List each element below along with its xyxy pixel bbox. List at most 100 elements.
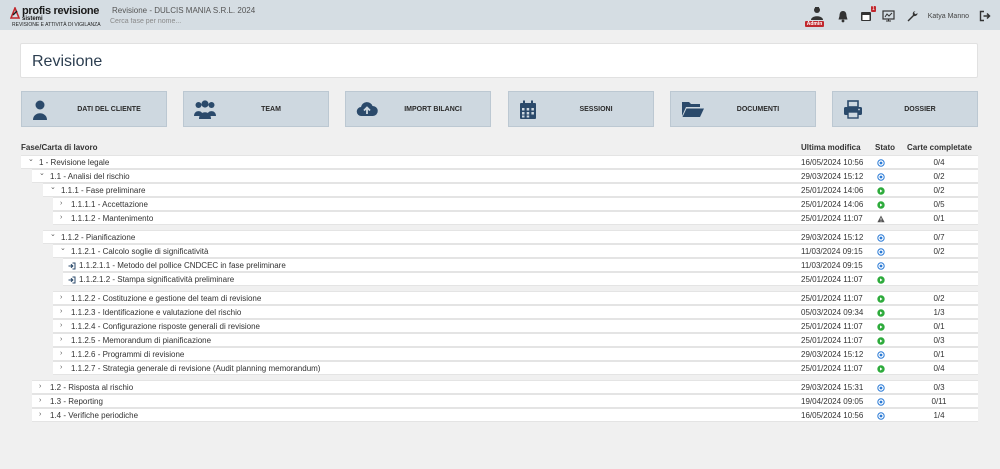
row-date: 29/03/2024 15:12 bbox=[801, 233, 864, 242]
row-date: 29/03/2024 15:12 bbox=[801, 172, 864, 181]
pending-status-icon bbox=[877, 398, 885, 406]
pending-status-icon bbox=[877, 384, 885, 392]
notifications-button[interactable] bbox=[836, 9, 850, 23]
row-date: 29/03/2024 15:12 bbox=[801, 350, 864, 359]
dati-cliente-label: DATI DEL CLIENTE bbox=[77, 106, 141, 113]
messages-button[interactable]: 1 bbox=[859, 6, 876, 23]
row-date: 25/01/2024 11:07 bbox=[801, 364, 863, 373]
logo-mark-icon bbox=[10, 7, 20, 19]
page-title: Revisione bbox=[32, 53, 103, 70]
row-date: 11/03/2024 09:15 bbox=[801, 261, 863, 270]
header-phase: Fase/Carta di lavoro bbox=[21, 143, 98, 152]
chevron-down-icon[interactable]: ⌄ bbox=[28, 155, 34, 163]
row-label: 1.1.2.2 - Costituzione e gestione del te… bbox=[71, 294, 262, 303]
row-label: 1.1.2.4 - Configurazione risposte genera… bbox=[71, 322, 260, 331]
header-modified: Ultima modifica bbox=[801, 143, 861, 152]
row-completed: 0/2 bbox=[933, 172, 945, 181]
user-name[interactable]: Katya Manno bbox=[928, 13, 969, 20]
import-bilanci-button[interactable]: IMPORT BILANCI bbox=[345, 91, 491, 127]
work-paper-row[interactable]: 1.1.2.1.2 - Stampa significatività preli… bbox=[63, 272, 978, 286]
row-label: 1.1.2.1 - Calcolo soglie di significativ… bbox=[71, 247, 209, 256]
chevron-right-icon[interactable]: › bbox=[60, 350, 62, 357]
notification-count: 1 bbox=[870, 6, 876, 12]
admin-badge: Admin bbox=[804, 21, 825, 27]
team-button[interactable]: TEAM bbox=[183, 91, 329, 127]
presentation-button[interactable] bbox=[882, 9, 896, 23]
phase-row[interactable]: ⌄ 1 - Revisione legale 16/05/2024 10:56 0/4 bbox=[21, 155, 978, 169]
chevron-right-icon[interactable]: › bbox=[60, 200, 62, 207]
app-title: Revisione - DULCIS MANIA S.R.L. 2024 bbox=[112, 6, 256, 15]
logo[interactable]: profis revisione sistemi REVISIONE E ATT… bbox=[10, 5, 101, 28]
row-completed: 0/2 bbox=[933, 247, 945, 256]
phase-row[interactable]: ⌄ 1.1 - Analisi del rischio 29/03/2024 15:… bbox=[32, 169, 978, 183]
pending-status-icon bbox=[877, 351, 885, 359]
chevron-right-icon[interactable]: › bbox=[60, 308, 62, 315]
chevron-down-icon[interactable]: ⌄ bbox=[50, 183, 56, 191]
phase-row[interactable]: › 1.1.2.3 - Identificazione e valutazione… bbox=[53, 305, 978, 319]
chevron-down-icon[interactable]: ⌄ bbox=[50, 230, 56, 238]
dossier-label: DOSSIER bbox=[904, 106, 936, 113]
phase-row[interactable]: › 1.4 - Verifiche periodiche 16/05/2024 10… bbox=[32, 408, 978, 422]
row-completed: 1/4 bbox=[933, 411, 945, 420]
row-date: 25/01/2024 11:07 bbox=[801, 275, 863, 284]
chevron-right-icon[interactable]: › bbox=[60, 322, 62, 329]
phase-row[interactable]: › 1.2 - Risposta al rischio 29/03/2024 15:… bbox=[32, 380, 978, 394]
logout-button[interactable] bbox=[978, 9, 992, 23]
row-date: 16/05/2024 10:56 bbox=[801, 158, 864, 167]
admin-menu[interactable]: Admin bbox=[804, 6, 827, 27]
done-status-icon bbox=[877, 365, 885, 373]
chevron-right-icon[interactable]: › bbox=[60, 364, 62, 371]
tools-button[interactable] bbox=[905, 9, 919, 23]
pending-status-icon bbox=[877, 412, 885, 420]
phase-row[interactable]: ⌄ 1.1.1 - Fase preliminare 25/01/2024 14:0… bbox=[43, 183, 978, 197]
row-label: 1.1.1 - Fase preliminare bbox=[61, 186, 146, 195]
row-label: 1.1.2.7 - Strategia generale di revision… bbox=[71, 364, 321, 373]
bell-icon bbox=[838, 10, 848, 22]
chevron-right-icon[interactable]: › bbox=[60, 214, 62, 221]
phase-row[interactable]: › 1.1.2.4 - Configurazione risposte gener… bbox=[53, 319, 978, 333]
phase-row[interactable]: › 1.1.2.5 - Memorandum di pianificazione 2… bbox=[53, 333, 978, 347]
row-label: 1.1.2.1.1 - Metodo del pollice CNDCEC in… bbox=[79, 261, 286, 270]
row-label: 1.1.2 - Pianificazione bbox=[61, 233, 136, 242]
row-completed: 0/7 bbox=[933, 233, 945, 242]
chevron-right-icon[interactable]: › bbox=[39, 397, 41, 404]
row-label: 1.1.2.5 - Memorandum di pianificazione bbox=[71, 336, 212, 345]
chevron-right-icon[interactable]: › bbox=[60, 294, 62, 301]
documenti-button[interactable]: DOCUMENTI bbox=[670, 91, 816, 127]
chevron-down-icon[interactable]: ⌄ bbox=[60, 244, 66, 252]
phase-row[interactable]: › 1.1.1.2 - Mantenimento 25/01/2024 11:07 0… bbox=[53, 211, 978, 225]
dati-cliente-button[interactable]: DATI DEL CLIENTE bbox=[21, 91, 167, 127]
search-input[interactable] bbox=[110, 16, 310, 27]
phase-row[interactable]: › 1.1.1.1 - Accettazione 25/01/2024 14:06 0… bbox=[53, 197, 978, 211]
sessioni-button[interactable]: SESSIONI bbox=[508, 91, 654, 127]
row-date: 16/05/2024 10:56 bbox=[801, 411, 864, 420]
chevron-right-icon[interactable]: › bbox=[39, 383, 41, 390]
phase-row[interactable]: ⌄ 1.1.2 - Pianificazione 29/03/2024 15:12 0… bbox=[43, 230, 978, 244]
chevron-right-icon[interactable]: › bbox=[60, 336, 62, 343]
team-label: TEAM bbox=[261, 106, 281, 113]
row-completed: 0/3 bbox=[933, 336, 945, 345]
phase-row[interactable]: › 1.3 - Reporting 19/04/2024 09:05 0/11 bbox=[32, 394, 978, 408]
chevron-down-icon[interactable]: ⌄ bbox=[39, 169, 45, 177]
row-label: 1.1.2.1.2 - Stampa significatività preli… bbox=[79, 275, 235, 284]
calendar-alert-icon bbox=[860, 12, 871, 21]
phase-row[interactable]: › 1.1.2.6 - Programmi di revisione 29/03/2… bbox=[53, 347, 978, 361]
dossier-button[interactable]: DOSSIER bbox=[832, 91, 978, 127]
work-paper-row[interactable]: 1.1.2.1.1 - Metodo del pollice CNDCEC in… bbox=[63, 258, 978, 272]
documenti-label: DOCUMENTI bbox=[736, 106, 780, 113]
phase-row[interactable]: › 1.1.2.7 - Strategia generale di revisio… bbox=[53, 361, 978, 375]
phase-row[interactable]: › 1.1.2.2 - Costituzione e gestione del t… bbox=[53, 291, 978, 305]
pending-status-icon bbox=[877, 159, 885, 167]
chevron-right-icon[interactable]: › bbox=[39, 411, 41, 418]
row-completed: 0/3 bbox=[933, 383, 945, 392]
row-completed: 0/1 bbox=[933, 322, 945, 331]
monitor-icon bbox=[882, 10, 895, 22]
pending-status-icon bbox=[877, 234, 885, 242]
done-status-icon bbox=[877, 201, 885, 209]
row-label: 1.2 - Risposta al rischio bbox=[50, 383, 134, 392]
sign-in-icon bbox=[68, 276, 76, 284]
done-status-icon bbox=[877, 187, 885, 195]
row-label: 1.1.2.6 - Programmi di revisione bbox=[71, 350, 185, 359]
done-status-icon bbox=[877, 337, 885, 345]
phase-row[interactable]: ⌄ 1.1.2.1 - Calcolo soglie di significati… bbox=[53, 244, 978, 258]
